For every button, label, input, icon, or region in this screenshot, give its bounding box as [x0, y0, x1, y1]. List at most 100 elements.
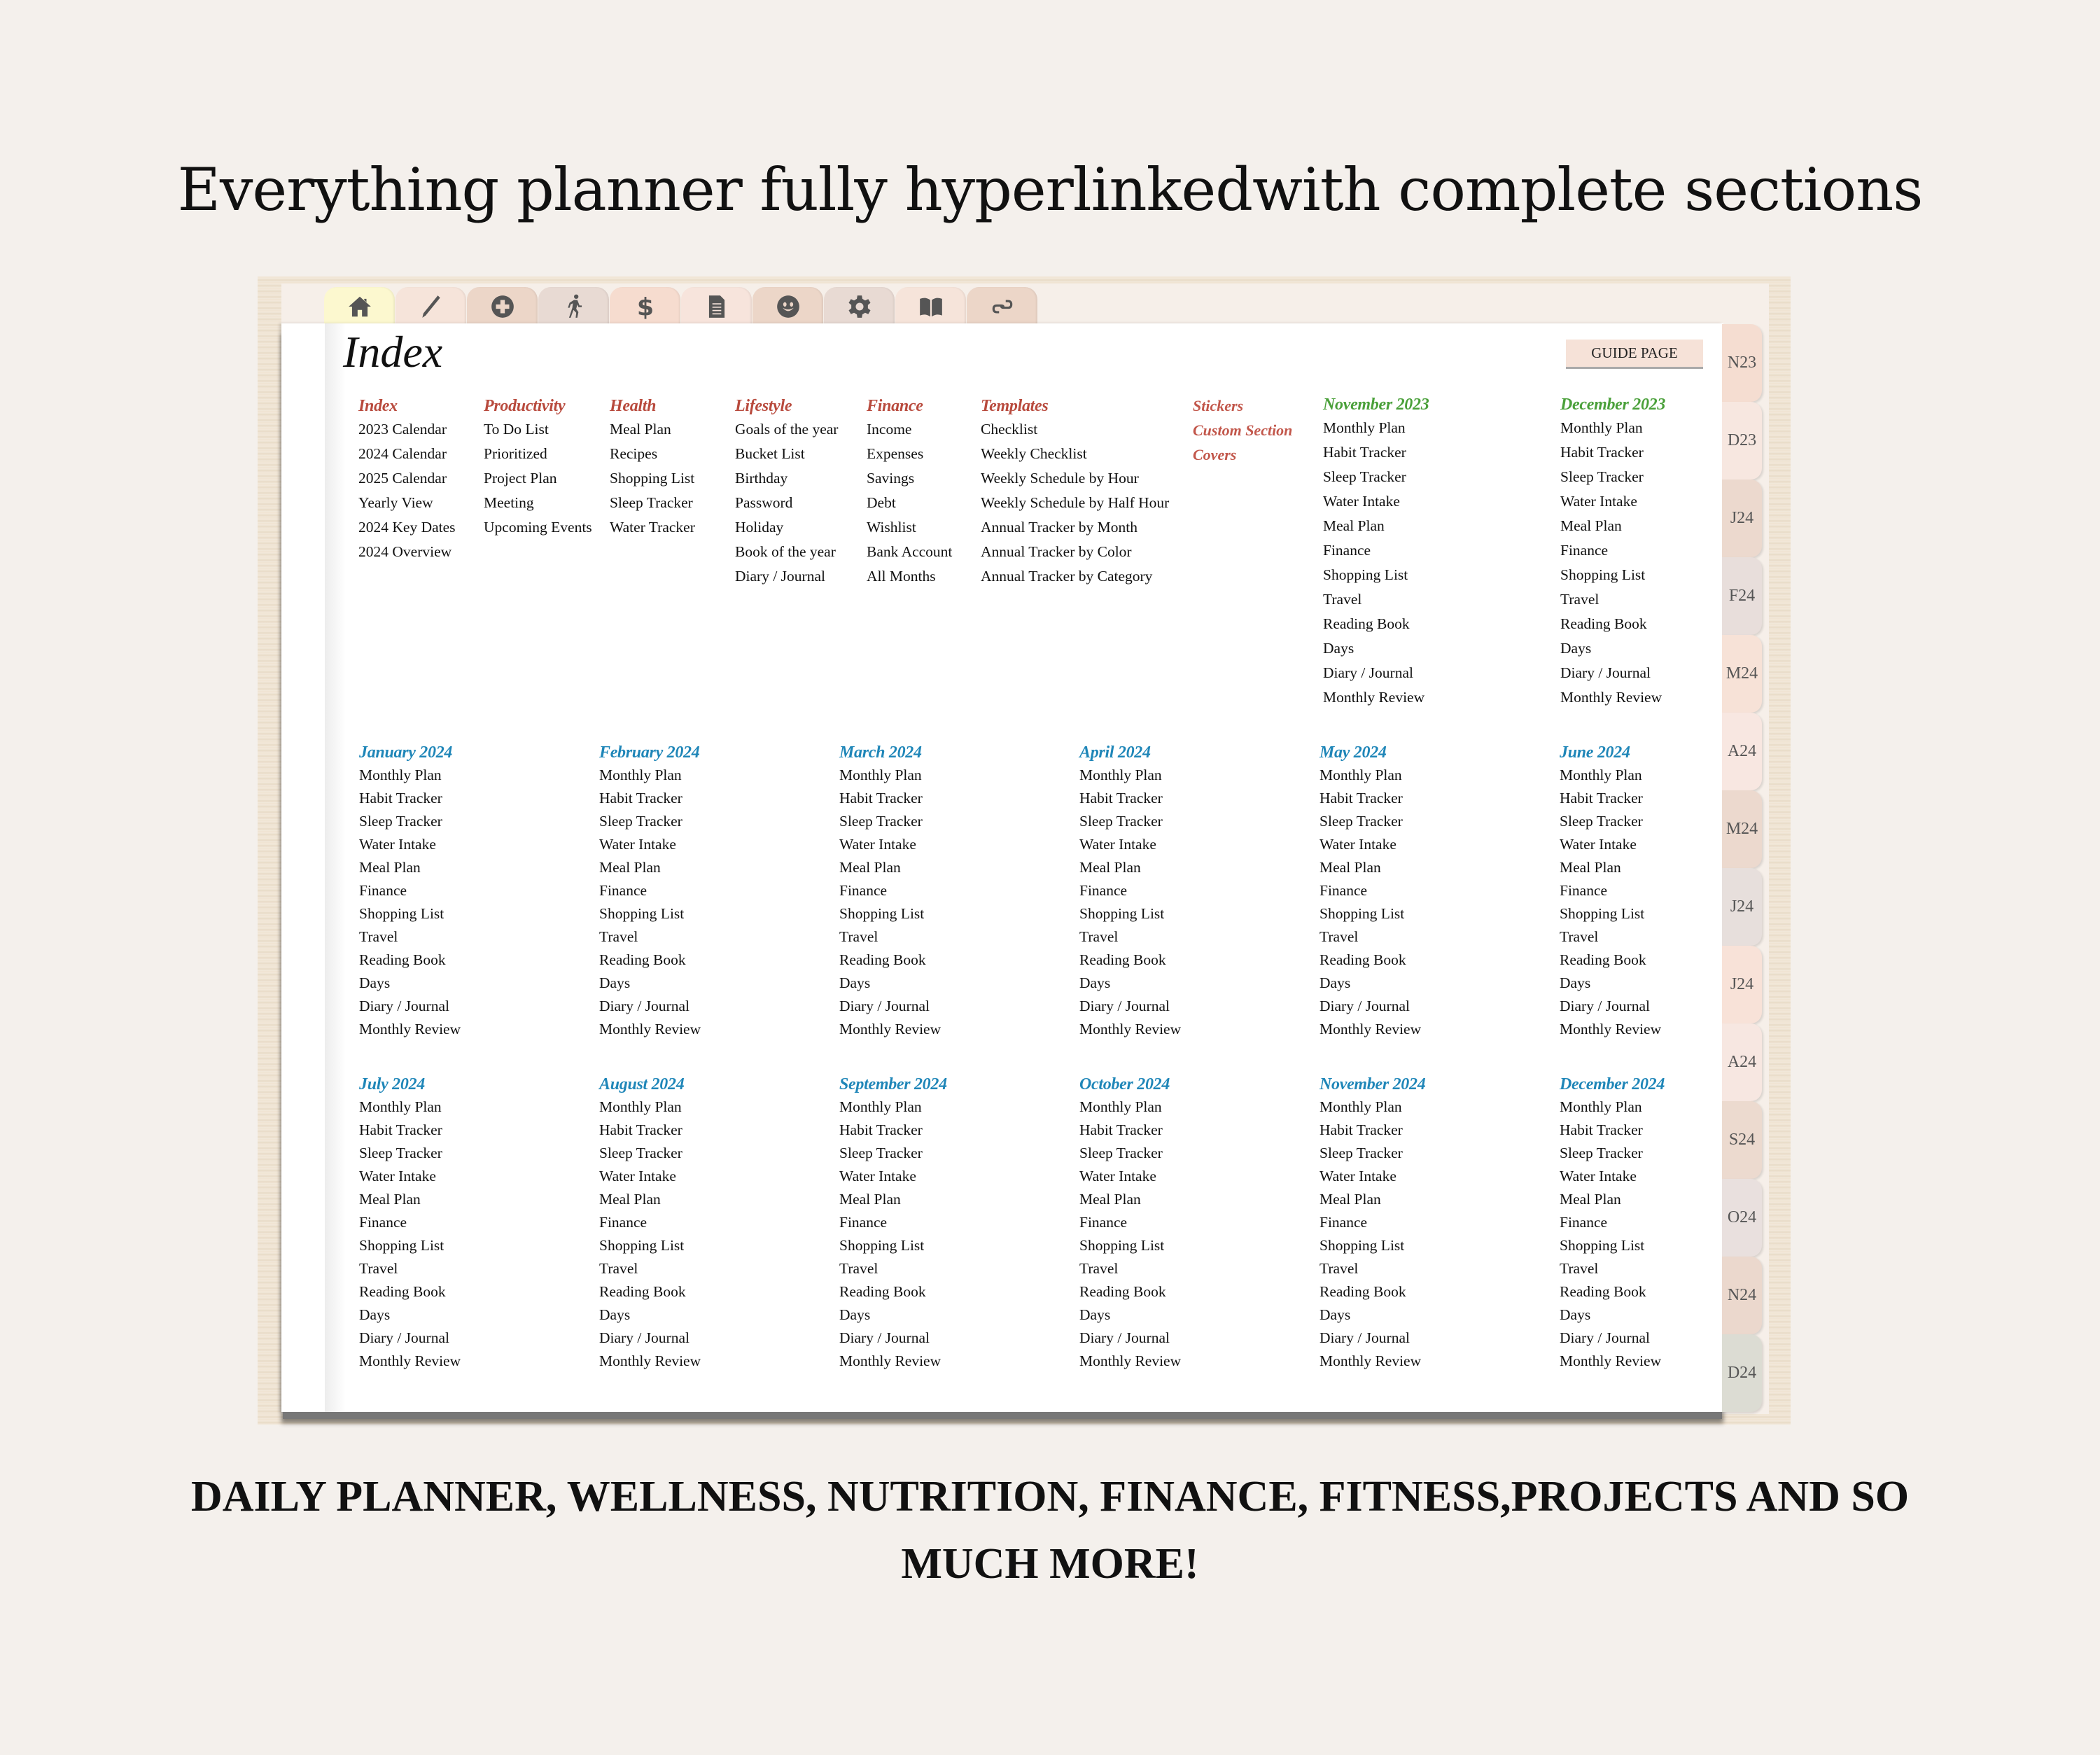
list-item[interactable]: Sleep Tracker	[599, 1142, 701, 1165]
list-item[interactable]: Water Intake	[1079, 1165, 1181, 1188]
list-item[interactable]: Days	[359, 1303, 461, 1327]
month-header[interactable]: August 2024	[599, 1073, 701, 1096]
list-item[interactable]: Meal Plan	[599, 1188, 701, 1211]
list-item[interactable]: Meal Plan	[359, 856, 461, 879]
tab-finance[interactable]: $	[610, 287, 680, 326]
list-item[interactable]: Diary / Journal	[1079, 995, 1181, 1018]
list-item[interactable]: Goals of the year	[735, 417, 838, 442]
list-item[interactable]: All Months	[867, 564, 952, 589]
list-item[interactable]: Days	[599, 1303, 701, 1327]
list-item[interactable]: Bucket List	[735, 442, 838, 466]
list-item[interactable]: Monthly Review	[1079, 1350, 1181, 1373]
list-item[interactable]: Finance	[1560, 538, 1665, 563]
list-item[interactable]: Reading Book	[839, 949, 941, 972]
list-item[interactable]: Water Intake	[1320, 833, 1421, 856]
list-item[interactable]: Finance	[359, 879, 461, 902]
list-item[interactable]: Meal Plan	[1320, 1188, 1425, 1211]
list-item[interactable]: Water Intake	[1560, 489, 1665, 514]
guide-page-button[interactable]: GUIDE PAGE	[1566, 340, 1703, 369]
list-item[interactable]: Habit Tracker	[359, 787, 461, 810]
side-tab-o24[interactable]: O24	[1722, 1179, 1762, 1257]
list-item[interactable]: Shopping List	[610, 466, 695, 491]
list-item[interactable]: 2023 Calendar	[358, 417, 456, 442]
month-header[interactable]: June 2024	[1560, 741, 1661, 764]
list-item[interactable]: Meal Plan	[1079, 1188, 1181, 1211]
list-item[interactable]: Monthly Plan	[599, 764, 701, 787]
list-item[interactable]: Habit Tracker	[1560, 440, 1665, 465]
list-item[interactable]: Habit Tracker	[839, 787, 941, 810]
month-header[interactable]: December 2024	[1560, 1073, 1665, 1096]
list-item[interactable]: Finance	[839, 879, 941, 902]
list-item[interactable]: Habit Tracker	[1560, 787, 1661, 810]
list-item[interactable]: Monthly Plan	[1320, 764, 1421, 787]
list-item[interactable]: Debt	[867, 491, 952, 515]
list-item[interactable]: Days	[1560, 1303, 1665, 1327]
list-item[interactable]: Water Intake	[599, 1165, 701, 1188]
list-item[interactable]: Days	[1323, 636, 1429, 661]
list-item[interactable]: Annual Tracker by Color	[981, 540, 1169, 564]
side-tab-j24[interactable]: J24	[1722, 946, 1762, 1023]
section-header[interactable]: Health	[610, 395, 695, 417]
list-item[interactable]: Meal Plan	[1079, 856, 1181, 879]
list-item[interactable]: Monthly Plan	[1560, 416, 1665, 440]
list-item[interactable]: Sleep Tracker	[599, 810, 701, 833]
list-item[interactable]: Monthly Plan	[1079, 1096, 1181, 1119]
list-item[interactable]: Shopping List	[1079, 1234, 1181, 1257]
list-item[interactable]: Shopping List	[1323, 563, 1429, 587]
list-item[interactable]: Habit Tracker	[1320, 787, 1421, 810]
list-item[interactable]: Days	[1560, 972, 1661, 995]
list-item[interactable]: 2024 Overview	[358, 540, 456, 564]
list-item[interactable]: Sleep Tracker	[1560, 810, 1661, 833]
list-item[interactable]: Password	[735, 491, 838, 515]
list-item[interactable]: Meal Plan	[1560, 1188, 1665, 1211]
month-header[interactable]: September 2024	[839, 1073, 947, 1096]
list-item[interactable]: Shopping List	[839, 902, 941, 925]
list-item[interactable]: Days	[599, 972, 701, 995]
list-item[interactable]: Travel	[359, 925, 461, 949]
list-item[interactable]: Meal Plan	[1323, 514, 1429, 538]
list-item[interactable]: Travel	[1320, 925, 1421, 949]
list-item[interactable]: Water Intake	[359, 1165, 461, 1188]
list-item[interactable]: Reading Book	[1320, 949, 1421, 972]
list-item[interactable]: Travel	[599, 1257, 701, 1280]
list-item[interactable]: Water Intake	[839, 1165, 947, 1188]
list-item[interactable]: Shopping List	[359, 1234, 461, 1257]
list-item[interactable]: Meal Plan	[1560, 514, 1665, 538]
list-item[interactable]: Sleep Tracker	[1320, 810, 1421, 833]
list-item[interactable]: Stickers	[1193, 393, 1292, 418]
list-item[interactable]: Book of the year	[735, 540, 838, 564]
list-item[interactable]: Water Intake	[1323, 489, 1429, 514]
list-item[interactable]: Reading Book	[1560, 1280, 1665, 1303]
list-item[interactable]: 2024 Calendar	[358, 442, 456, 466]
list-item[interactable]: Sleep Tracker	[359, 810, 461, 833]
list-item[interactable]: Sleep Tracker	[1560, 1142, 1665, 1165]
list-item[interactable]: Diary / Journal	[599, 995, 701, 1018]
section-header[interactable]: Productivity	[484, 395, 592, 417]
list-item[interactable]: Sleep Tracker	[1560, 465, 1665, 489]
list-item[interactable]: Diary / Journal	[1560, 661, 1665, 685]
list-item[interactable]: Monthly Plan	[1560, 1096, 1665, 1119]
list-item[interactable]: Finance	[1079, 1211, 1181, 1234]
list-item[interactable]: Travel	[1560, 925, 1661, 949]
list-item[interactable]: Meal Plan	[1560, 856, 1661, 879]
list-item[interactable]: Days	[839, 972, 941, 995]
list-item[interactable]: Diary / Journal	[839, 1327, 947, 1350]
list-item[interactable]: Diary / Journal	[1560, 995, 1661, 1018]
list-item[interactable]: Diary / Journal	[359, 1327, 461, 1350]
list-item[interactable]: Upcoming Events	[484, 515, 592, 540]
list-item[interactable]: Days	[1320, 972, 1421, 995]
tab-books[interactable]	[895, 287, 966, 326]
tab-home[interactable]	[324, 287, 395, 326]
list-item[interactable]: Monthly Plan	[359, 1096, 461, 1119]
list-item[interactable]: Monthly Review	[1320, 1018, 1421, 1041]
list-item[interactable]: Shopping List	[1320, 902, 1421, 925]
list-item[interactable]: Shopping List	[359, 902, 461, 925]
section-header[interactable]: Finance	[867, 395, 952, 417]
list-item[interactable]: Travel	[839, 1257, 947, 1280]
side-tab-j24[interactable]: J24	[1722, 868, 1762, 946]
side-tab-a24[interactable]: A24	[1722, 713, 1762, 790]
list-item[interactable]: Travel	[1320, 1257, 1425, 1280]
list-item[interactable]: Water Intake	[599, 833, 701, 856]
list-item[interactable]: Travel	[839, 925, 941, 949]
list-item[interactable]: Shopping List	[839, 1234, 947, 1257]
